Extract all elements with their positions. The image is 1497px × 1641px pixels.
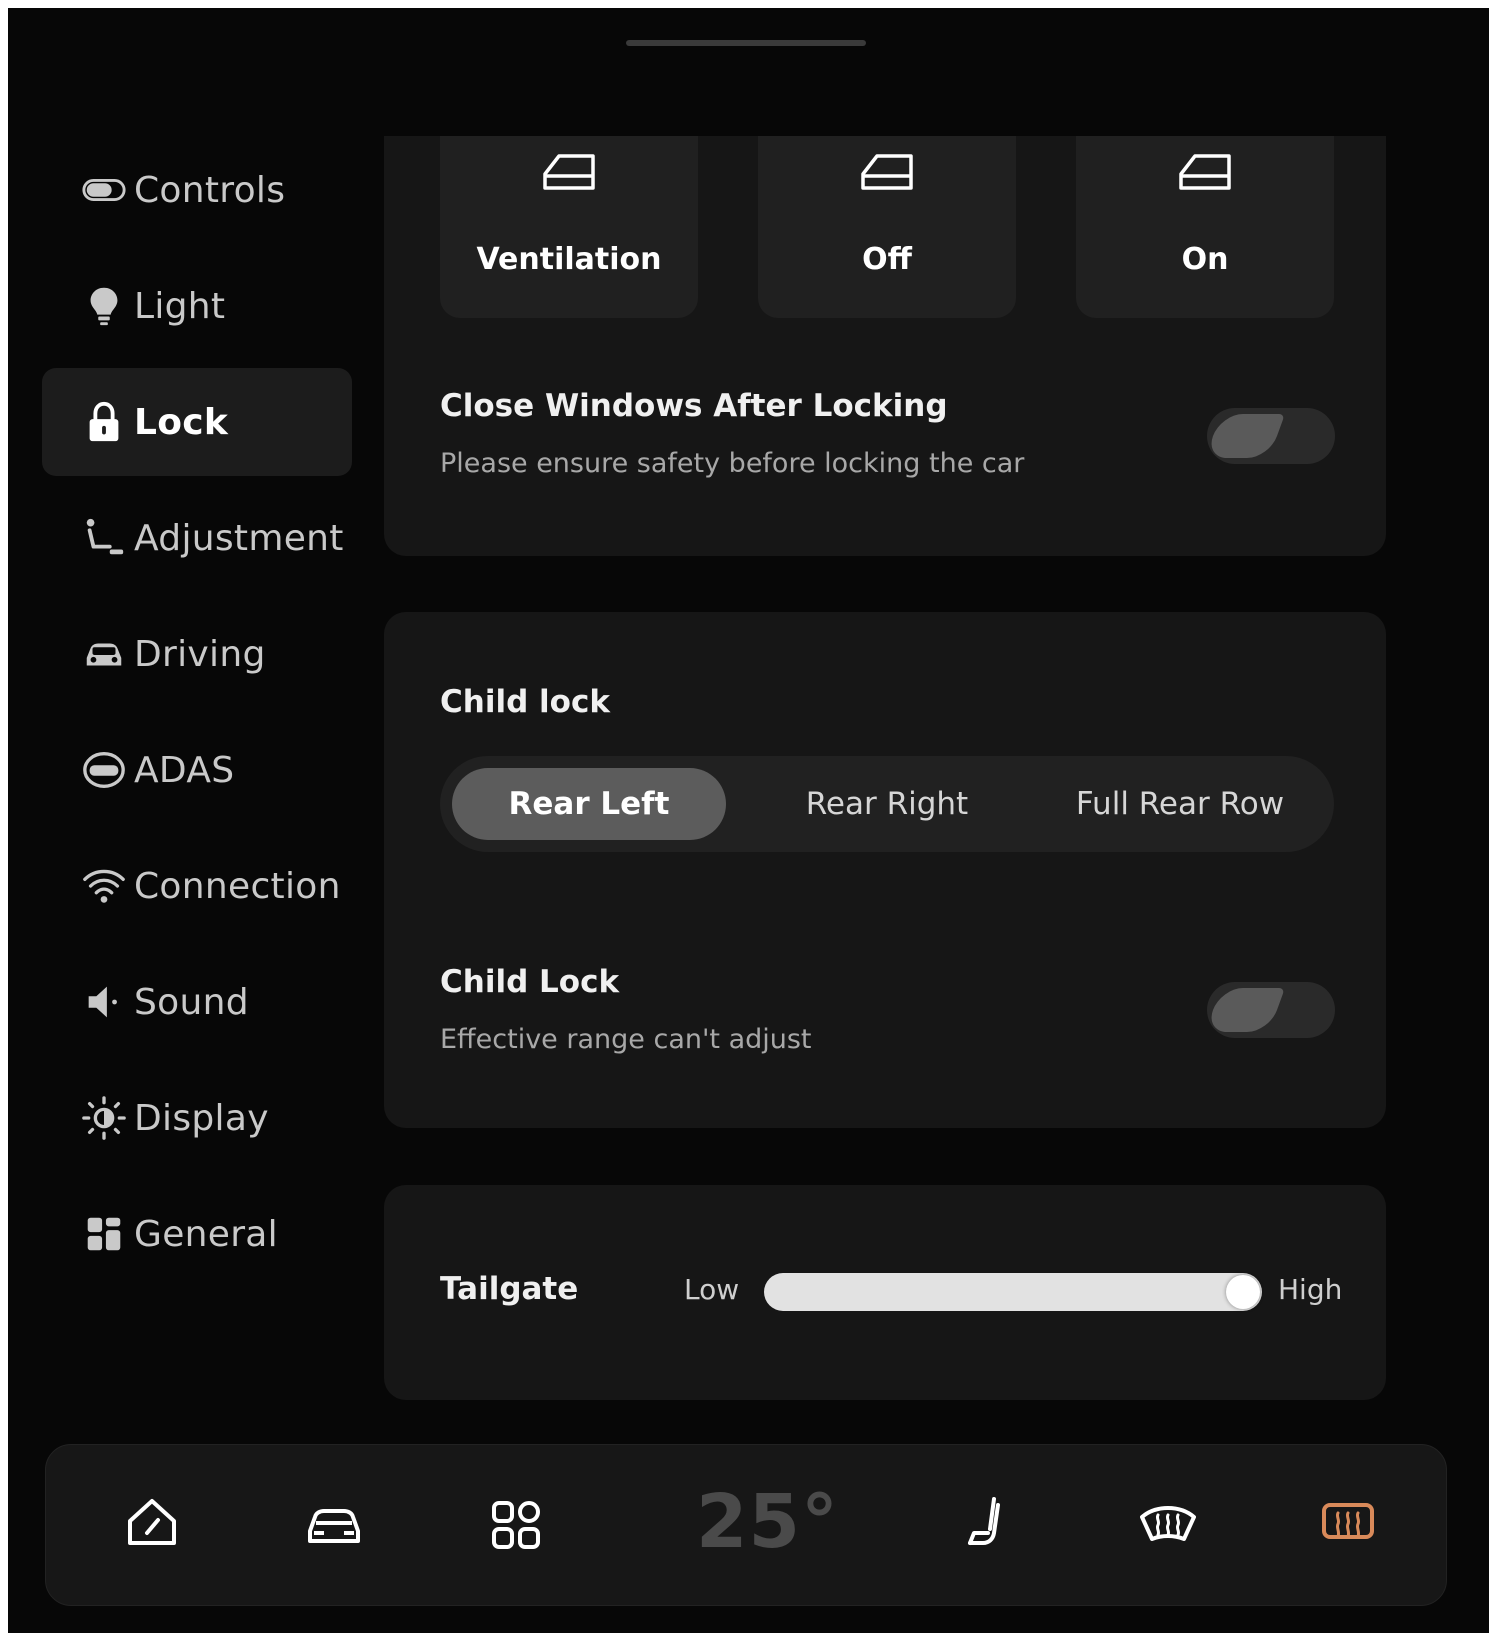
child-lock-card: Child lock Rear Left Rear Right Full Rea… (384, 612, 1386, 1128)
sidebar-item-label: Controls (134, 169, 286, 211)
car-icon (308, 1509, 360, 1543)
child-lock-toggle-subtitle: Effective range can't adjust (440, 1024, 812, 1055)
close-windows-toggle[interactable] (1204, 408, 1335, 464)
speaker-icon (80, 978, 128, 1026)
child-lock-full-rear-row[interactable]: Full Rear Row (1036, 768, 1324, 840)
toggle-knob (1204, 414, 1286, 458)
bulb-icon (80, 282, 128, 330)
sidebar-item-driving[interactable]: Driving (42, 600, 352, 708)
window-mode-options: Ventilation Off On (440, 136, 1334, 318)
sidebar-item-light[interactable]: Light (42, 252, 352, 360)
sidebar-item-adas[interactable]: ADAS (42, 716, 352, 824)
close-windows-subtitle: Please ensure safety before locking the … (440, 448, 1025, 479)
sidebar-item-controls[interactable]: Controls (42, 136, 352, 244)
sidebar-item-sound[interactable]: Sound (42, 948, 352, 1056)
apps-icon (492, 1501, 540, 1549)
screen: Controls Light Lock Adjustment Driving A… (8, 8, 1489, 1633)
sidebar-item-general[interactable]: General (42, 1180, 352, 1288)
child-lock-section-title: Child lock (440, 684, 610, 720)
controls-icon (80, 166, 128, 214)
tailgate-height-slider[interactable] (764, 1273, 1262, 1311)
tailgate-min-label: Low (684, 1273, 740, 1306)
window-option-label: Off (862, 242, 912, 277)
lock-icon (80, 398, 128, 446)
tailgate-max-label: High (1278, 1273, 1343, 1306)
window-option-label: Ventilation (476, 242, 662, 277)
bottom-dock: 25° (45, 1444, 1447, 1606)
sidebar-item-label: General (134, 1213, 278, 1255)
sidebar-item-label: Light (134, 285, 226, 327)
seat-icon (968, 1497, 1000, 1545)
window-on-button[interactable]: On (1076, 136, 1334, 318)
window-off-button[interactable]: Off (758, 136, 1016, 318)
sidebar-item-lock[interactable]: Lock (42, 368, 352, 476)
child-lock-toggle[interactable] (1204, 982, 1335, 1038)
sidebar-item-label: Lock (134, 401, 229, 443)
window-ventilation-button[interactable]: Ventilation (440, 136, 698, 318)
child-lock-rear-right[interactable]: Rear Right (750, 768, 1024, 840)
apps-button[interactable] (476, 1485, 556, 1565)
grid-icon (80, 1210, 128, 1258)
temperature-display[interactable]: 25° (696, 1479, 839, 1565)
adas-icon (80, 746, 128, 794)
sidebar-item-display[interactable]: Display (42, 1064, 352, 1172)
sidebar-item-label: Display (134, 1097, 269, 1139)
front-defrost-icon (1140, 1506, 1196, 1541)
seat-adjust-icon (80, 514, 128, 562)
window-icon (861, 154, 913, 190)
close-windows-title: Close Windows After Locking (440, 388, 948, 424)
sidebar-item-label: Sound (134, 981, 249, 1023)
child-lock-rear-left[interactable]: Rear Left (452, 768, 726, 840)
rear-defrost-button[interactable] (1308, 1485, 1388, 1565)
window-icon (1179, 154, 1231, 190)
sidebar-item-adjustment[interactable]: Adjustment (42, 484, 352, 592)
car-icon (80, 630, 128, 678)
front-defrost-button[interactable] (1128, 1485, 1208, 1565)
tailgate-label: Tailgate (440, 1271, 579, 1307)
sidebar-item-label: Driving (134, 633, 266, 675)
rear-defrost-icon (1322, 1503, 1374, 1539)
vehicle-button[interactable] (294, 1485, 374, 1565)
seat-button[interactable] (948, 1485, 1028, 1565)
drag-handle[interactable] (626, 40, 866, 46)
home-button[interactable] (112, 1485, 192, 1565)
sidebar-item-connection[interactable]: Connection (42, 832, 352, 940)
sidebar-item-label: Connection (134, 865, 341, 907)
sidebar-item-label: ADAS (134, 749, 235, 791)
window-lock-card: Ventilation Off On Close Windows After L… (384, 136, 1386, 556)
sidebar-item-label: Adjustment (134, 517, 344, 559)
window-icon (543, 154, 595, 190)
slider-knob[interactable] (1226, 1275, 1260, 1309)
toggle-knob (1204, 988, 1286, 1032)
brightness-icon (80, 1094, 128, 1142)
settings-sidebar: Controls Light Lock Adjustment Driving A… (42, 136, 352, 1296)
home-icon (128, 1499, 176, 1545)
tailgate-card: Tailgate Low High (384, 1185, 1386, 1400)
wifi-icon (80, 862, 128, 910)
child-lock-toggle-title: Child Lock (440, 964, 620, 1000)
window-option-label: On (1181, 242, 1229, 277)
child-lock-segmented-control: Rear Left Rear Right Full Rear Row (440, 756, 1334, 852)
